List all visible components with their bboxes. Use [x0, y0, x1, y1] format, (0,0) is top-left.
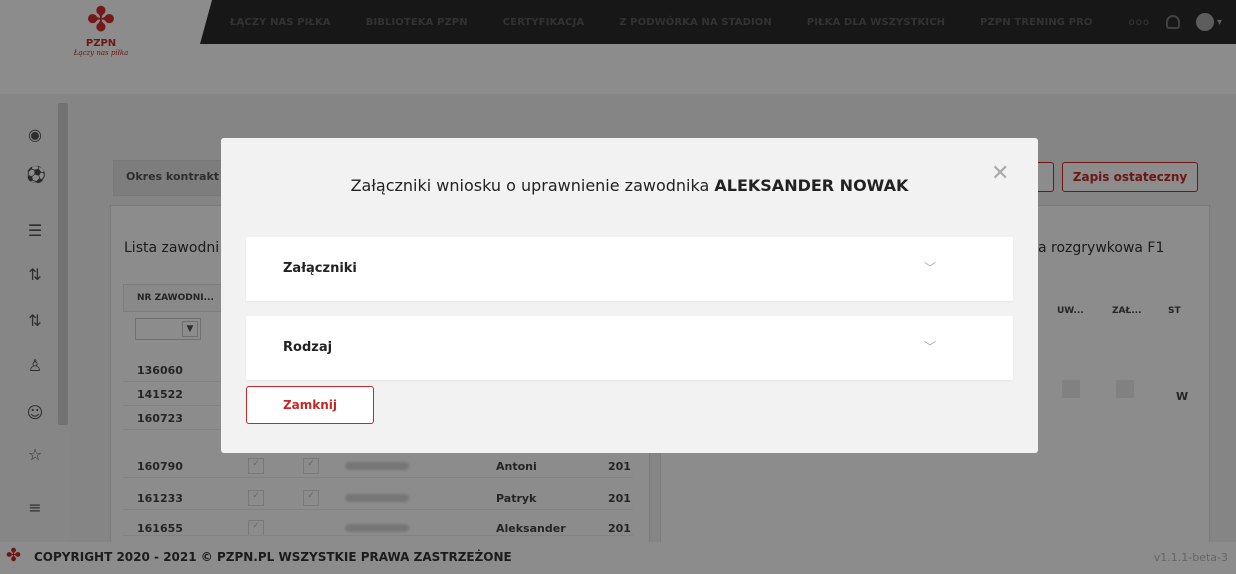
chevron-down-icon[interactable]: ﹀	[924, 338, 936, 355]
chevron-down-icon[interactable]: ﹀	[924, 259, 936, 276]
close-icon[interactable]: ✕	[991, 163, 1009, 185]
close-button[interactable]: Zamknij	[246, 386, 374, 424]
modal-title: Załączniki wniosku o uprawnienie zawodni…	[221, 176, 1038, 195]
accordion-label: Załączniki	[283, 261, 357, 276]
accordion-label: Rodzaj	[283, 340, 333, 355]
attachments-modal: Załączniki wniosku o uprawnienie zawodni…	[221, 138, 1038, 453]
modal-title-text: Załączniki wniosku o uprawnienie zawodni…	[350, 176, 710, 195]
player-name: ALEKSANDER NOWAK	[714, 176, 909, 195]
accordion-zalaczniki[interactable]: Załączniki ﹀	[246, 237, 1013, 301]
accordion-rodzaj[interactable]: Rodzaj ﹀	[246, 316, 1013, 380]
